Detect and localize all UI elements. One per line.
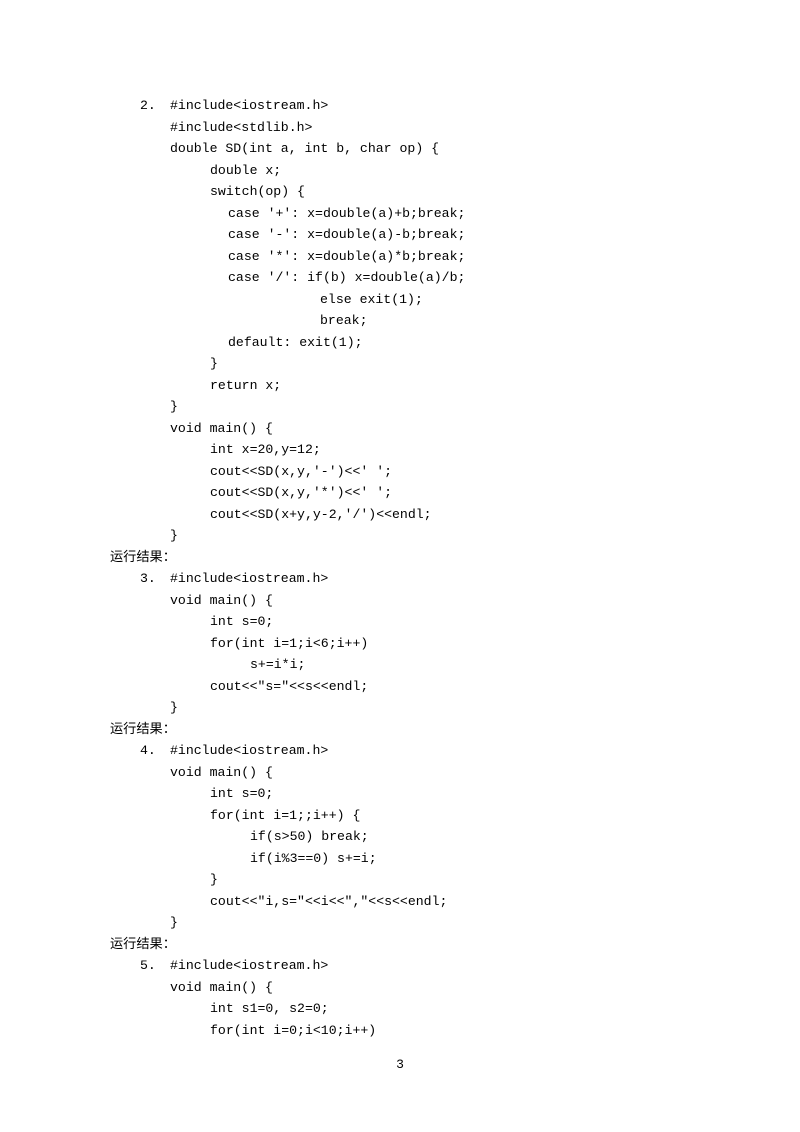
code-line: int s=0; [110, 611, 690, 633]
code-line: int s=0; [110, 783, 690, 805]
code-line: for(int i=1;;i++) { [110, 805, 690, 827]
code-line: cout<<"i,s="<<i<<","<<s<<endl; [110, 891, 690, 913]
code-line: if(i%3==0) s+=i; [110, 848, 690, 870]
code-line: s+=i*i; [110, 654, 690, 676]
result-label: 运行结果： [110, 934, 690, 956]
code-line: } [110, 396, 690, 418]
code-line: if(s>50) break; [110, 826, 690, 848]
list-number: 2. [140, 95, 170, 117]
code-line: for(int i=0;i<10;i++) [110, 1020, 690, 1042]
list-item-first-line: 3.#include<iostream.h> [110, 568, 690, 590]
code-line: double SD(int a, int b, char op) { [110, 138, 690, 160]
code-line: case '/': if(b) x=double(a)/b; [110, 267, 690, 289]
code-line: } [110, 912, 690, 934]
code-line: return x; [110, 375, 690, 397]
page-number: 3 [0, 1057, 800, 1072]
code-line: case '-': x=double(a)-b;break; [110, 224, 690, 246]
code-line: } [110, 525, 690, 547]
code-line: } [110, 353, 690, 375]
code-line: case '+': x=double(a)+b;break; [110, 203, 690, 225]
code-line: #include<stdlib.h> [110, 117, 690, 139]
list-item-first-line: 2.#include<iostream.h> [110, 95, 690, 117]
document-page: 2.#include<iostream.h>#include<stdlib.h>… [0, 0, 800, 1041]
code-text: #include<iostream.h> [170, 958, 328, 973]
code-line: void main() { [110, 977, 690, 999]
code-line: } [110, 869, 690, 891]
code-line: void main() { [110, 762, 690, 784]
code-line: cout<<SD(x,y,'*')<<' '; [110, 482, 690, 504]
code-text: #include<iostream.h> [170, 98, 328, 113]
list-item-first-line: 5.#include<iostream.h> [110, 955, 690, 977]
code-line: break; [110, 310, 690, 332]
list-number: 3. [140, 568, 170, 590]
code-line: void main() { [110, 418, 690, 440]
list-item-first-line: 4.#include<iostream.h> [110, 740, 690, 762]
code-line: int x=20,y=12; [110, 439, 690, 461]
code-line: cout<<"s="<<s<<endl; [110, 676, 690, 698]
code-line: } [110, 697, 690, 719]
code-line: for(int i=1;i<6;i++) [110, 633, 690, 655]
code-text: #include<iostream.h> [170, 571, 328, 586]
code-text: #include<iostream.h> [170, 743, 328, 758]
list-number: 5. [140, 955, 170, 977]
code-line: case '*': x=double(a)*b;break; [110, 246, 690, 268]
code-line: cout<<SD(x+y,y-2,'/')<<endl; [110, 504, 690, 526]
code-line: cout<<SD(x,y,'-')<<' '; [110, 461, 690, 483]
code-line: double x; [110, 160, 690, 182]
list-number: 4. [140, 740, 170, 762]
code-line: default: exit(1); [110, 332, 690, 354]
code-line: switch(op) { [110, 181, 690, 203]
result-label: 运行结果： [110, 547, 690, 569]
code-line: else exit(1); [110, 289, 690, 311]
result-label: 运行结果： [110, 719, 690, 741]
code-line: void main() { [110, 590, 690, 612]
code-line: int s1=0, s2=0; [110, 998, 690, 1020]
